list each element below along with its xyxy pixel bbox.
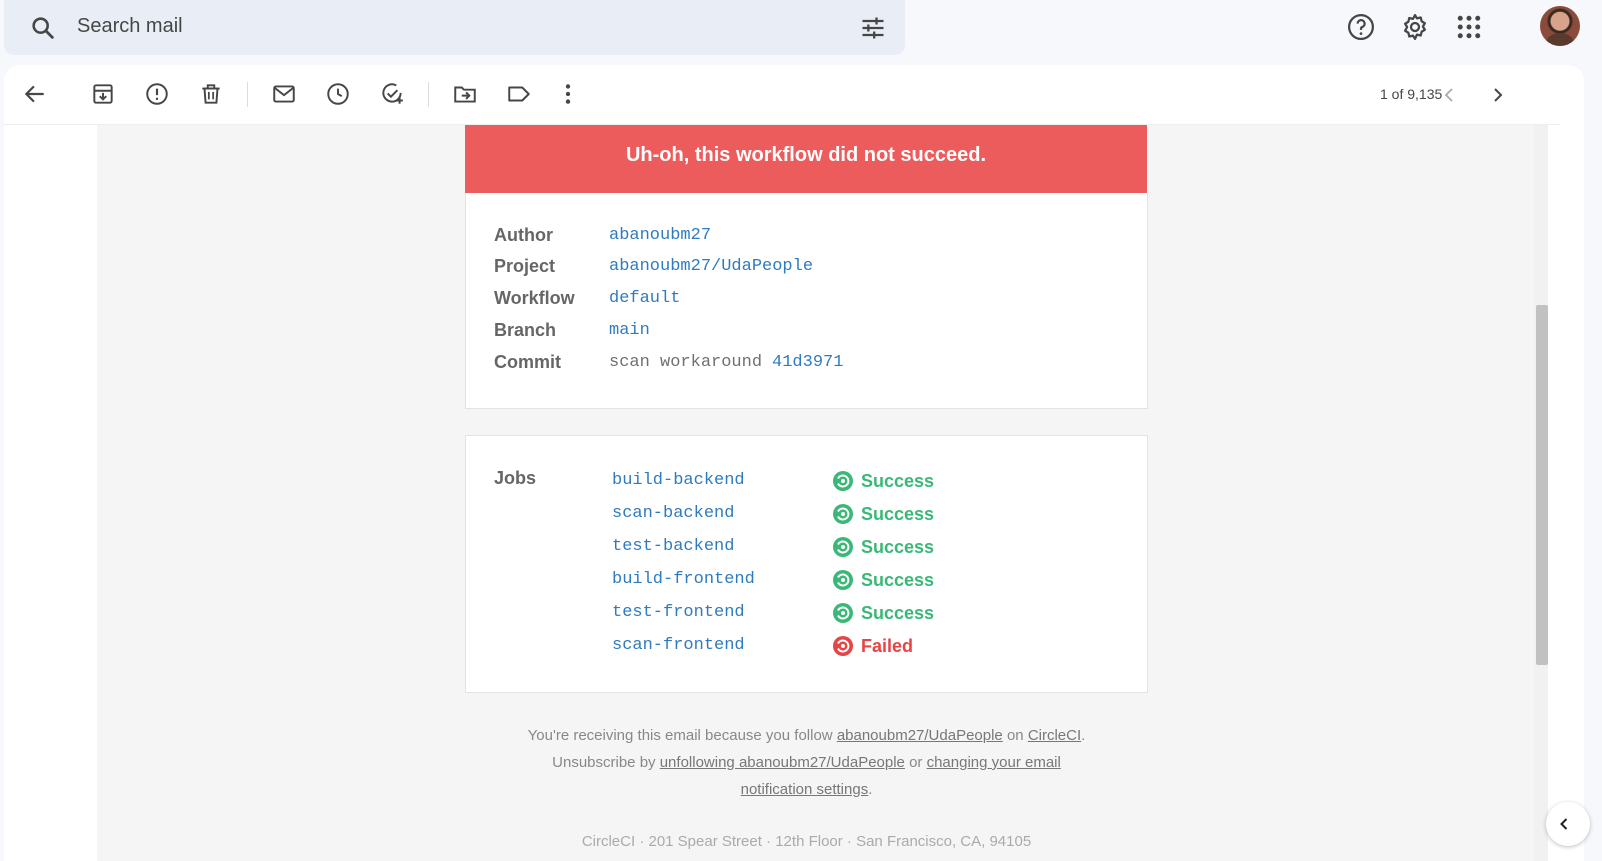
detail-label: Commit	[494, 351, 561, 372]
move-to-folder-icon[interactable]	[452, 81, 478, 107]
message-toolbar: 1 of 9,135	[4, 65, 1560, 125]
job-status: Success	[832, 503, 934, 525]
company-address: CircleCI · 201 Spear Street · 12th Floor…	[581, 833, 1032, 850]
detail-label: Workflow	[494, 287, 575, 308]
job-link[interactable]: build-frontend	[612, 570, 755, 589]
footer-text: .	[1081, 727, 1086, 744]
job-status: Success	[832, 602, 934, 624]
footer-text: .	[868, 781, 873, 798]
back-arrow-icon[interactable]	[22, 81, 48, 107]
detail-row-project: Project abanoubm27/UdaPeople	[494, 254, 813, 278]
project-link[interactable]: abanoubm27/UdaPeople	[609, 257, 813, 276]
footer-text: Unsubscribe by	[552, 754, 660, 771]
detail-row-workflow: Workflow default	[494, 286, 680, 310]
toolbar-divider	[247, 82, 248, 107]
chevron-left-icon	[1560, 818, 1568, 830]
email-footer: You're receiving this email because you …	[465, 722, 1148, 803]
label-icon[interactable]	[506, 81, 532, 107]
pagination-count: 1 of 9,135	[1380, 86, 1443, 102]
status-text: Success	[861, 470, 935, 491]
job-link[interactable]: test-backend	[612, 537, 734, 556]
success-status-icon	[833, 537, 853, 557]
status-text: Success	[861, 536, 935, 557]
workflow-details-card: Author abanoubm27 Project abanoubm27/Uda…	[465, 193, 1148, 409]
success-status-icon	[833, 471, 853, 491]
author-link[interactable]: abanoubm27	[609, 226, 711, 245]
circleci-link[interactable]: CircleCI	[1028, 727, 1081, 744]
job-status: Success	[832, 536, 934, 558]
account-avatar[interactable]	[1540, 6, 1580, 46]
side-panel-toggle[interactable]	[1546, 802, 1590, 846]
commit-message: scan workaround	[609, 352, 763, 372]
footer-line: You're receiving this email because you …	[465, 722, 1148, 749]
jobs-card: Jobs build-backend Success scan-backend …	[465, 435, 1148, 693]
toolbar-divider	[428, 82, 429, 107]
footer-text: You're receiving this email because you …	[527, 727, 837, 744]
scrollbar-thumb[interactable]	[1536, 305, 1548, 665]
settings-gear-icon[interactable]	[1400, 12, 1430, 42]
email-body: Uh-oh, this workflow did not succeed. Au…	[97, 125, 1544, 861]
job-link[interactable]: scan-frontend	[612, 636, 745, 655]
footer-line: Unsubscribe by unfollowing abanoubm27/Ud…	[465, 749, 1148, 803]
detail-label: Project	[494, 255, 556, 276]
apps-grid-icon[interactable]	[1454, 12, 1484, 42]
failed-status-icon	[833, 636, 853, 656]
branch-link[interactable]: main	[609, 321, 650, 340]
unfollow-link[interactable]: unfollowing abanoubm27/UdaPeople	[660, 754, 905, 771]
status-text: Success	[861, 569, 935, 590]
snooze-clock-icon[interactable]	[325, 81, 351, 107]
status-text: Success	[861, 503, 935, 524]
commit-hash-link[interactable]: 41d3971	[772, 353, 843, 372]
search-bar[interactable]: Search mail	[4, 0, 905, 55]
jobs-label: Jobs	[494, 468, 537, 488]
more-options-icon[interactable]	[555, 81, 581, 107]
success-status-icon	[833, 570, 853, 590]
detail-label: Branch	[494, 319, 557, 340]
status-text: Success	[861, 602, 935, 623]
older-chevron-left-icon[interactable]	[1437, 83, 1461, 107]
follow-project-link[interactable]: abanoubm27/UdaPeople	[837, 727, 1003, 744]
workflow-status-banner: Uh-oh, this workflow did not succeed.	[465, 125, 1147, 193]
footer-text: on	[1002, 727, 1028, 744]
search-icon[interactable]	[29, 14, 57, 42]
message-panel: 1 of 9,135 Uh-oh, this workflow did not …	[4, 65, 1584, 861]
newer-chevron-right-icon[interactable]	[1486, 83, 1510, 107]
footer-text: or	[904, 754, 927, 771]
detail-row-commit: Commit scan workaround 41d3971	[494, 350, 843, 374]
detail-row-author: Author abanoubm27	[494, 223, 711, 247]
job-status: Failed	[832, 635, 913, 657]
add-task-icon[interactable]	[379, 81, 405, 107]
report-spam-icon[interactable]	[144, 81, 170, 107]
success-status-icon	[833, 504, 853, 524]
delete-icon[interactable]	[198, 81, 224, 107]
archive-icon[interactable]	[90, 81, 116, 107]
job-link[interactable]: test-frontend	[612, 603, 745, 622]
workflow-link[interactable]: default	[609, 289, 680, 308]
status-text: Failed	[861, 635, 914, 656]
help-icon[interactable]	[1346, 12, 1376, 42]
job-link[interactable]: scan-backend	[612, 504, 734, 523]
success-status-icon	[833, 603, 853, 623]
job-status: Success	[832, 569, 934, 591]
search-options-icon[interactable]	[859, 14, 887, 42]
mark-unread-icon[interactable]	[271, 81, 297, 107]
detail-label: Author	[494, 224, 553, 245]
detail-row-branch: Branch main	[494, 318, 650, 342]
job-status: Success	[832, 470, 934, 492]
search-input[interactable]: Search mail	[77, 15, 183, 38]
job-link[interactable]: build-backend	[612, 471, 745, 490]
